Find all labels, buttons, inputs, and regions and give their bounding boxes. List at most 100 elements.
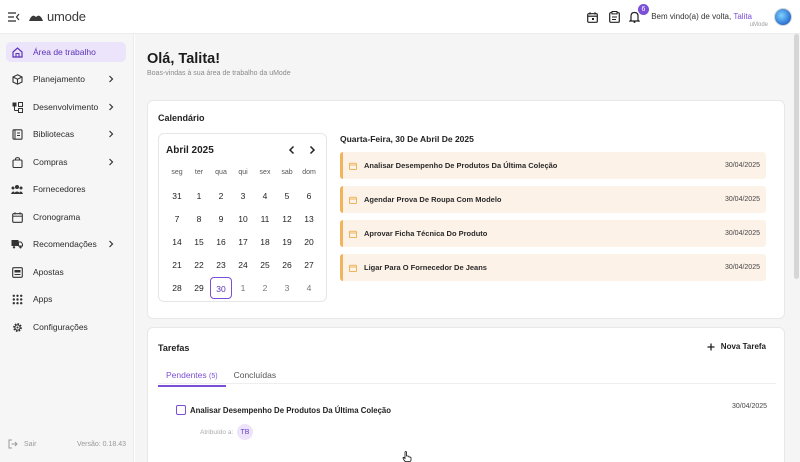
sidebar-footer: Sair Versão: 0.18.43 <box>8 439 126 449</box>
clipboard-icon[interactable] <box>607 10 621 24</box>
notification-badge: 6 <box>638 4 649 15</box>
event-title: Analisar Desempenho De Produtos Da Últim… <box>364 161 558 170</box>
calendar-day[interactable]: 8 <box>188 208 210 230</box>
calendar-day[interactable]: 4 <box>254 185 276 207</box>
sidebar-item-configuracoes[interactable]: Configurações <box>6 317 126 337</box>
calendar-day[interactable]: 23 <box>210 254 232 276</box>
sidebar-item-apostas[interactable]: Apostas <box>6 262 126 282</box>
calendar-day[interactable]: 29 <box>188 277 210 299</box>
calendar-day[interactable]: 18 <box>254 231 276 253</box>
mini-calendar: Abril 2025 seg ter qua qui sex sab dom 31 1 2 3 4 5 6… <box>158 133 327 302</box>
chevron-right-icon <box>109 158 114 166</box>
calendar-icon[interactable] <box>585 10 599 24</box>
grid-icon <box>11 293 23 305</box>
calendar-day[interactable]: 6 <box>298 185 320 207</box>
sidebar-item-label: Cronograma <box>33 212 81 222</box>
calendar-day[interactable]: 27 <box>298 254 320 276</box>
calendar-day[interactable]: 10 <box>232 208 254 230</box>
weekday-label: dom <box>302 169 316 176</box>
calendar-day[interactable]: 2 <box>210 185 232 207</box>
task-checkbox[interactable] <box>176 405 186 415</box>
welcome-text: Bem vindo(a) de volta, <box>651 12 734 21</box>
calendar-day[interactable]: 20 <box>298 231 320 253</box>
chevron-right-icon <box>109 103 114 111</box>
calendar-day[interactable]: 24 <box>232 254 254 276</box>
calendar-day[interactable]: 13 <box>298 208 320 230</box>
tasks-card: Tarefas Nova Tarefa Pendentes (5) Conclu… <box>147 327 785 462</box>
calendar-card: Calendário Abril 2025 seg ter qua qui sex sab… <box>147 100 785 319</box>
event-date: 30/04/2025 <box>724 230 760 237</box>
event-title: Ligar Para O Fornecedor De Jeans <box>364 263 487 272</box>
sidebar-item-area-de-trabalho[interactable]: Área de trabalho <box>6 42 126 62</box>
sidebar-item-bibliotecas[interactable]: Bibliotecas <box>6 124 126 144</box>
calendar-day[interactable]: 22 <box>188 254 210 276</box>
calendar-event[interactable]: Analisar Desempenho De Produtos Da Últim… <box>340 152 766 179</box>
sidebar-item-label: Compras <box>33 157 68 167</box>
page-scrollbar[interactable] <box>794 34 799 279</box>
sidebar-item-label: Área de trabalho <box>33 47 96 57</box>
main-content: Olá, Talita! Boas-vindas à sua área de t… <box>135 34 800 462</box>
calendar-day[interactable]: 7 <box>166 208 188 230</box>
calendar-day[interactable]: 21 <box>166 254 188 276</box>
calendar-day[interactable]: 25 <box>254 254 276 276</box>
calendar-day[interactable]: 17 <box>232 231 254 253</box>
weekday-label: qua <box>215 169 227 176</box>
task-item: Analisar Desempenho De Produtos Da Últim… <box>176 405 391 415</box>
chevron-right-icon[interactable] <box>307 145 317 155</box>
sidebar-item-label: Configurações <box>33 322 88 332</box>
chevron-right-icon <box>109 75 114 83</box>
collapse-menu-icon[interactable] <box>8 11 20 23</box>
new-task-button[interactable]: Nova Tarefa <box>707 342 766 351</box>
calendar-day[interactable]: 30 <box>210 277 232 299</box>
sidebar-item-desenvolvimento[interactable]: Desenvolvimento <box>6 97 126 117</box>
sidebar-item-recomendacoes[interactable]: Recomendações <box>6 234 126 254</box>
calendar-event[interactable]: Aprovar Ficha Técnica Do Produto 30/04/2… <box>340 220 766 247</box>
sidebar-item-planejamento[interactable]: Planejamento <box>6 69 126 89</box>
calendar-day[interactable]: 1 <box>188 185 210 207</box>
weekday-label: seg <box>171 169 183 176</box>
logout-button[interactable]: Sair <box>8 439 36 449</box>
calendar-day[interactable]: 28 <box>166 277 188 299</box>
calendar-event[interactable]: Ligar Para O Fornecedor De Jeans 30/04/2… <box>340 254 766 281</box>
calendar-day[interactable]: 3 <box>232 185 254 207</box>
calendar-day[interactable]: 16 <box>210 231 232 253</box>
calendar-day[interactable]: 9 <box>210 208 232 230</box>
calendar-icon <box>11 211 23 223</box>
calendar-month-label: Abril 2025 <box>166 145 214 156</box>
calendar-day[interactable]: 26 <box>276 254 298 276</box>
sidebar: Área de trabalho Planejamento Desenvolvi… <box>0 34 134 462</box>
user-avatar[interactable] <box>774 8 792 26</box>
calendar-day[interactable]: 15 <box>188 231 210 253</box>
calendar-day[interactable]: 31 <box>166 185 188 207</box>
calendar-day[interactable]: 2 <box>254 277 276 299</box>
calendar-day[interactable]: 19 <box>276 231 298 253</box>
task-date: 30/04/2025 <box>732 403 768 410</box>
assignee-avatar[interactable]: TB <box>237 424 253 440</box>
event-date: 30/04/2025 <box>724 162 760 169</box>
tab-label: Concluídas <box>233 370 277 380</box>
calendar-day[interactable]: 12 <box>276 208 298 230</box>
hand-cursor-icon <box>402 451 412 462</box>
calendar-day[interactable]: 4 <box>298 277 320 299</box>
weekday-label: qui <box>238 169 248 176</box>
calendar-event[interactable]: Agendar Prova De Roupa Com Modelo 30/04/… <box>340 186 766 213</box>
sidebar-item-compras[interactable]: Compras <box>6 152 126 172</box>
chevron-right-icon <box>109 240 114 248</box>
calendar-day[interactable]: 14 <box>166 231 188 253</box>
sidebar-item-cronograma[interactable]: Cronograma <box>6 207 126 227</box>
calendar-day[interactable]: 3 <box>276 277 298 299</box>
app-logo[interactable]: umode <box>28 9 86 24</box>
calendar-day[interactable]: 11 <box>254 208 276 230</box>
sidebar-item-apps[interactable]: Apps <box>6 289 126 309</box>
event-calendar-icon <box>349 162 357 170</box>
sidebar-item-fornecedores[interactable]: Fornecedores <box>6 179 126 199</box>
sidebar-item-label: Bibliotecas <box>33 129 75 139</box>
weekday-label: sab <box>281 169 293 176</box>
chevron-left-icon[interactable] <box>287 145 297 155</box>
calendar-day[interactable]: 5 <box>276 185 298 207</box>
sidebar-item-label: Apps <box>33 294 53 304</box>
book-icon <box>11 128 23 140</box>
weekday-label: ter <box>194 169 204 176</box>
org-name: uMode <box>749 22 768 28</box>
calendar-day[interactable]: 1 <box>232 277 254 299</box>
